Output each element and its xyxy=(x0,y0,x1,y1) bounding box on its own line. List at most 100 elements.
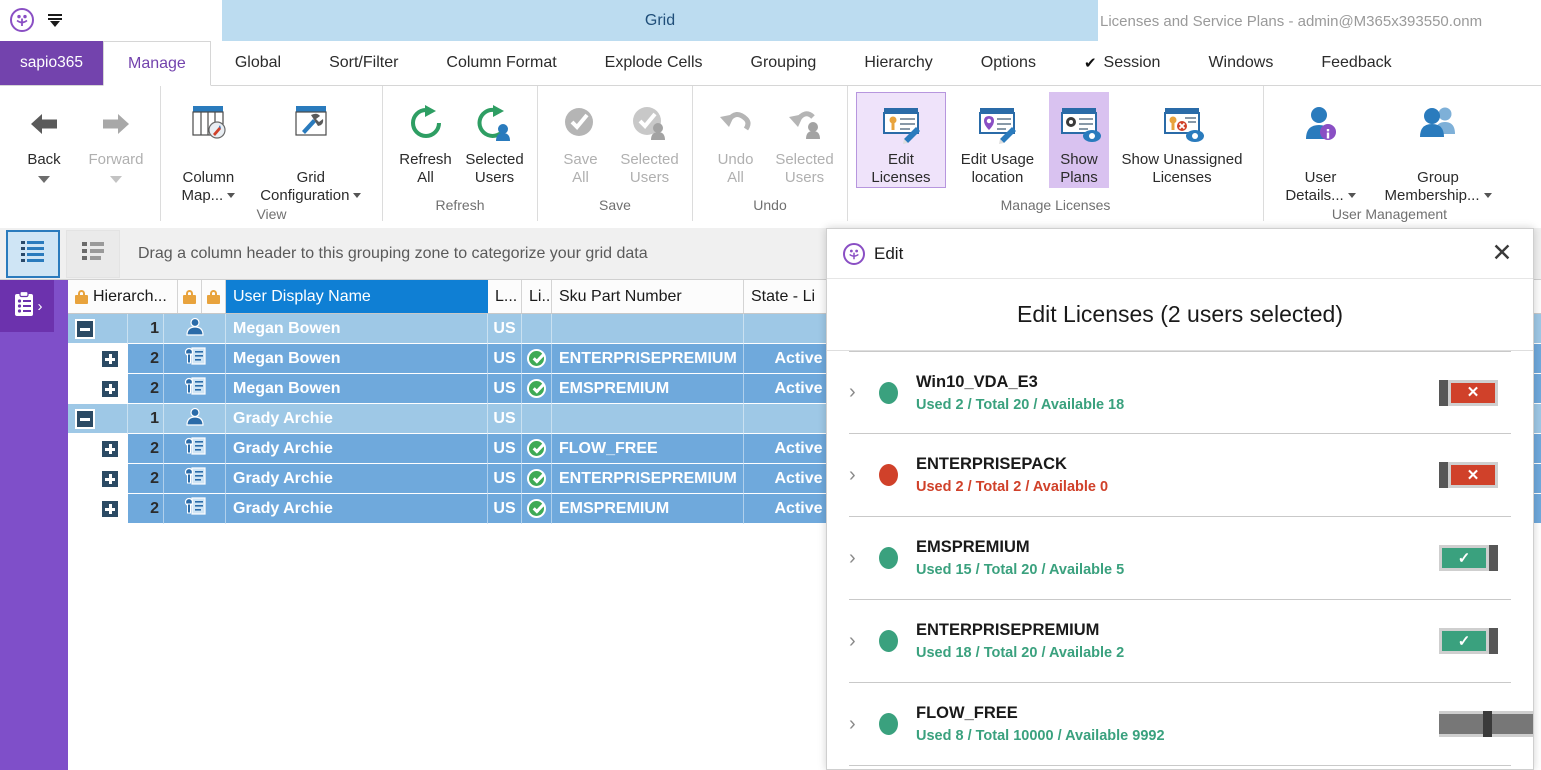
chevron-right-icon[interactable]: › xyxy=(849,713,879,736)
row-type-cell xyxy=(164,374,226,404)
column-header-user-display-name[interactable]: User Display Name xyxy=(226,280,488,313)
tab-manage[interactable]: Manage xyxy=(103,41,211,86)
row-expander-cell[interactable] xyxy=(68,344,128,374)
expand-plus-icon[interactable] xyxy=(100,498,120,519)
license-toggle-on[interactable]: ✓ xyxy=(1439,545,1511,571)
forward-dropdown-arrow xyxy=(110,169,122,189)
chevron-down-icon[interactable] xyxy=(1483,193,1492,198)
chevron-right-icon[interactable]: › xyxy=(849,381,879,404)
tab-options[interactable]: Options xyxy=(957,41,1060,85)
hierarchy-view-button[interactable] xyxy=(6,229,60,278)
save-selected-users-icon xyxy=(629,99,671,149)
column-header-sku-part-number[interactable]: Sku Part Number xyxy=(552,280,744,313)
refresh-all-button[interactable]: Refresh All xyxy=(391,92,460,188)
column-header-hierarchy[interactable]: Hierarch... xyxy=(68,280,178,313)
chevron-right-icon[interactable]: › xyxy=(849,547,879,570)
arrow-left-icon xyxy=(26,99,62,149)
cell-text: US xyxy=(493,319,516,337)
list-item[interactable]: › ENTERPRISEPREMIUM Used 18 / Total 20 /… xyxy=(849,600,1511,683)
tab-windows[interactable]: Windows xyxy=(1184,41,1297,85)
collapse-minus-icon[interactable] xyxy=(75,408,95,429)
expand-plus-icon[interactable] xyxy=(100,348,120,369)
tab-explode-cells[interactable]: Explode Cells xyxy=(581,41,727,85)
row-expander-cell[interactable] xyxy=(68,434,128,464)
list-view-button[interactable] xyxy=(66,229,120,278)
chevron-down-icon[interactable] xyxy=(227,193,236,198)
sapio-logo-icon[interactable] xyxy=(10,8,34,32)
license-toggle-on[interactable]: ✓ xyxy=(1439,628,1511,654)
column-map-button[interactable]: Column Map... xyxy=(169,92,248,206)
brand-label: sapio365 xyxy=(20,54,83,71)
tab-label: Feedback xyxy=(1321,54,1392,71)
row-level-cell: 2 xyxy=(128,464,164,494)
edit-usage-location-button[interactable]: Edit Usage location xyxy=(946,92,1049,188)
hierarchy-view-icon xyxy=(20,239,46,268)
back-button[interactable]: Back xyxy=(8,92,80,190)
chevron-right-icon[interactable]: › xyxy=(849,630,879,653)
row-expander-cell[interactable] xyxy=(68,494,128,524)
cell-usage-location: US xyxy=(488,314,522,344)
chevron-right-icon[interactable]: › xyxy=(849,464,879,487)
cell-text: Megan Bowen xyxy=(233,349,341,367)
refresh-all-label: Refresh All xyxy=(399,151,452,186)
show-plans-button[interactable]: Show Plans xyxy=(1048,92,1109,188)
column-header-label: L... xyxy=(495,287,518,305)
tab-global[interactable]: Global xyxy=(211,41,305,85)
grid-configuration-button[interactable]: Grid Configuration xyxy=(248,92,374,206)
row-expander-cell[interactable] xyxy=(68,464,128,494)
show-unassigned-licenses-button[interactable]: Show Unassigned Licenses xyxy=(1109,92,1255,188)
application-window: Grid Licenses and Service Plans - admin@… xyxy=(0,0,1541,770)
column-header-usage-location[interactable]: L... xyxy=(488,280,522,313)
license-toggle-off[interactable]: ✕ xyxy=(1439,462,1511,488)
expand-plus-icon[interactable] xyxy=(100,468,120,489)
quick-access-dropdown-icon[interactable] xyxy=(46,11,64,29)
cell-text: US xyxy=(493,379,516,397)
tab-grouping[interactable]: Grouping xyxy=(727,41,841,85)
column-header-lock-3[interactable] xyxy=(202,280,226,313)
row-level: 2 xyxy=(150,349,159,367)
list-item[interactable]: › FLOW_FREE Used 8 / Total 10000 / Avail… xyxy=(849,683,1533,766)
row-level-cell: 1 xyxy=(128,314,164,344)
cell-usage-location: US xyxy=(488,404,522,434)
list-item[interactable]: › ENTERPRISEPACK Used 2 / Total 2 / Avai… xyxy=(849,434,1511,517)
tab-feedback[interactable]: Feedback xyxy=(1297,41,1415,85)
tab-label: Windows xyxy=(1208,54,1274,71)
user-details-button[interactable]: User Details... xyxy=(1272,92,1369,206)
column-header-lock-2[interactable] xyxy=(178,280,202,313)
close-icon[interactable]: ✕ xyxy=(1485,237,1519,271)
license-toggle-off[interactable]: ✕ xyxy=(1439,379,1511,406)
column-header-license[interactable]: Li... xyxy=(522,280,552,313)
tab-label: Sort/Filter xyxy=(329,54,399,71)
chevron-down-icon[interactable] xyxy=(1347,193,1356,198)
expand-plus-icon[interactable] xyxy=(100,378,120,399)
row-expander-cell[interactable] xyxy=(68,404,128,434)
properties-panel-toggle[interactable]: › xyxy=(0,280,54,332)
refresh-selected-users-button[interactable]: Selected Users xyxy=(460,92,529,188)
document-tab-grid[interactable]: Grid xyxy=(222,0,1098,41)
license-toggle-neutral[interactable] xyxy=(1439,711,1533,737)
expand-plus-icon[interactable] xyxy=(100,438,120,459)
cell-user-display-name: Megan Bowen xyxy=(226,314,488,344)
edit-usage-location-label: Edit Usage location xyxy=(960,151,1035,186)
edit-licenses-button[interactable]: Edit Licenses xyxy=(856,92,946,188)
license-info: FLOW_FREE Used 8 / Total 10000 / Availab… xyxy=(916,704,1439,744)
ribbon-tab-strip: sapio365 Manage Global Sort/Filter Colum… xyxy=(0,41,1541,86)
column-header-label: State - Li xyxy=(751,287,816,305)
row-type-cell xyxy=(164,314,226,344)
tab-column-format[interactable]: Column Format xyxy=(422,41,580,85)
row-expander-cell[interactable] xyxy=(68,374,128,404)
brand-tab-sapio365[interactable]: sapio365 xyxy=(0,41,103,85)
list-item[interactable]: › Win10_VDA_E3 Used 2 / Total 20 / Avail… xyxy=(849,351,1511,434)
chevron-down-icon[interactable] xyxy=(353,193,362,198)
tab-sort-filter[interactable]: Sort/Filter xyxy=(305,41,422,85)
group-membership-button[interactable]: Group Membership... xyxy=(1369,92,1507,206)
tab-label: Options xyxy=(980,54,1036,71)
list-item[interactable]: › EMSPREMIUM Used 15 / Total 20 / Availa… xyxy=(849,517,1511,600)
back-dropdown-arrow[interactable] xyxy=(38,169,50,189)
dialog-heading: Edit Licenses (2 users selected) xyxy=(827,279,1533,351)
tab-session[interactable]: ✔ Session xyxy=(1060,41,1185,85)
tab-hierarchy[interactable]: Hierarchy xyxy=(840,41,956,85)
check-circle-icon xyxy=(527,439,546,458)
row-expander-cell[interactable] xyxy=(68,314,128,344)
collapse-minus-icon[interactable] xyxy=(75,318,95,339)
